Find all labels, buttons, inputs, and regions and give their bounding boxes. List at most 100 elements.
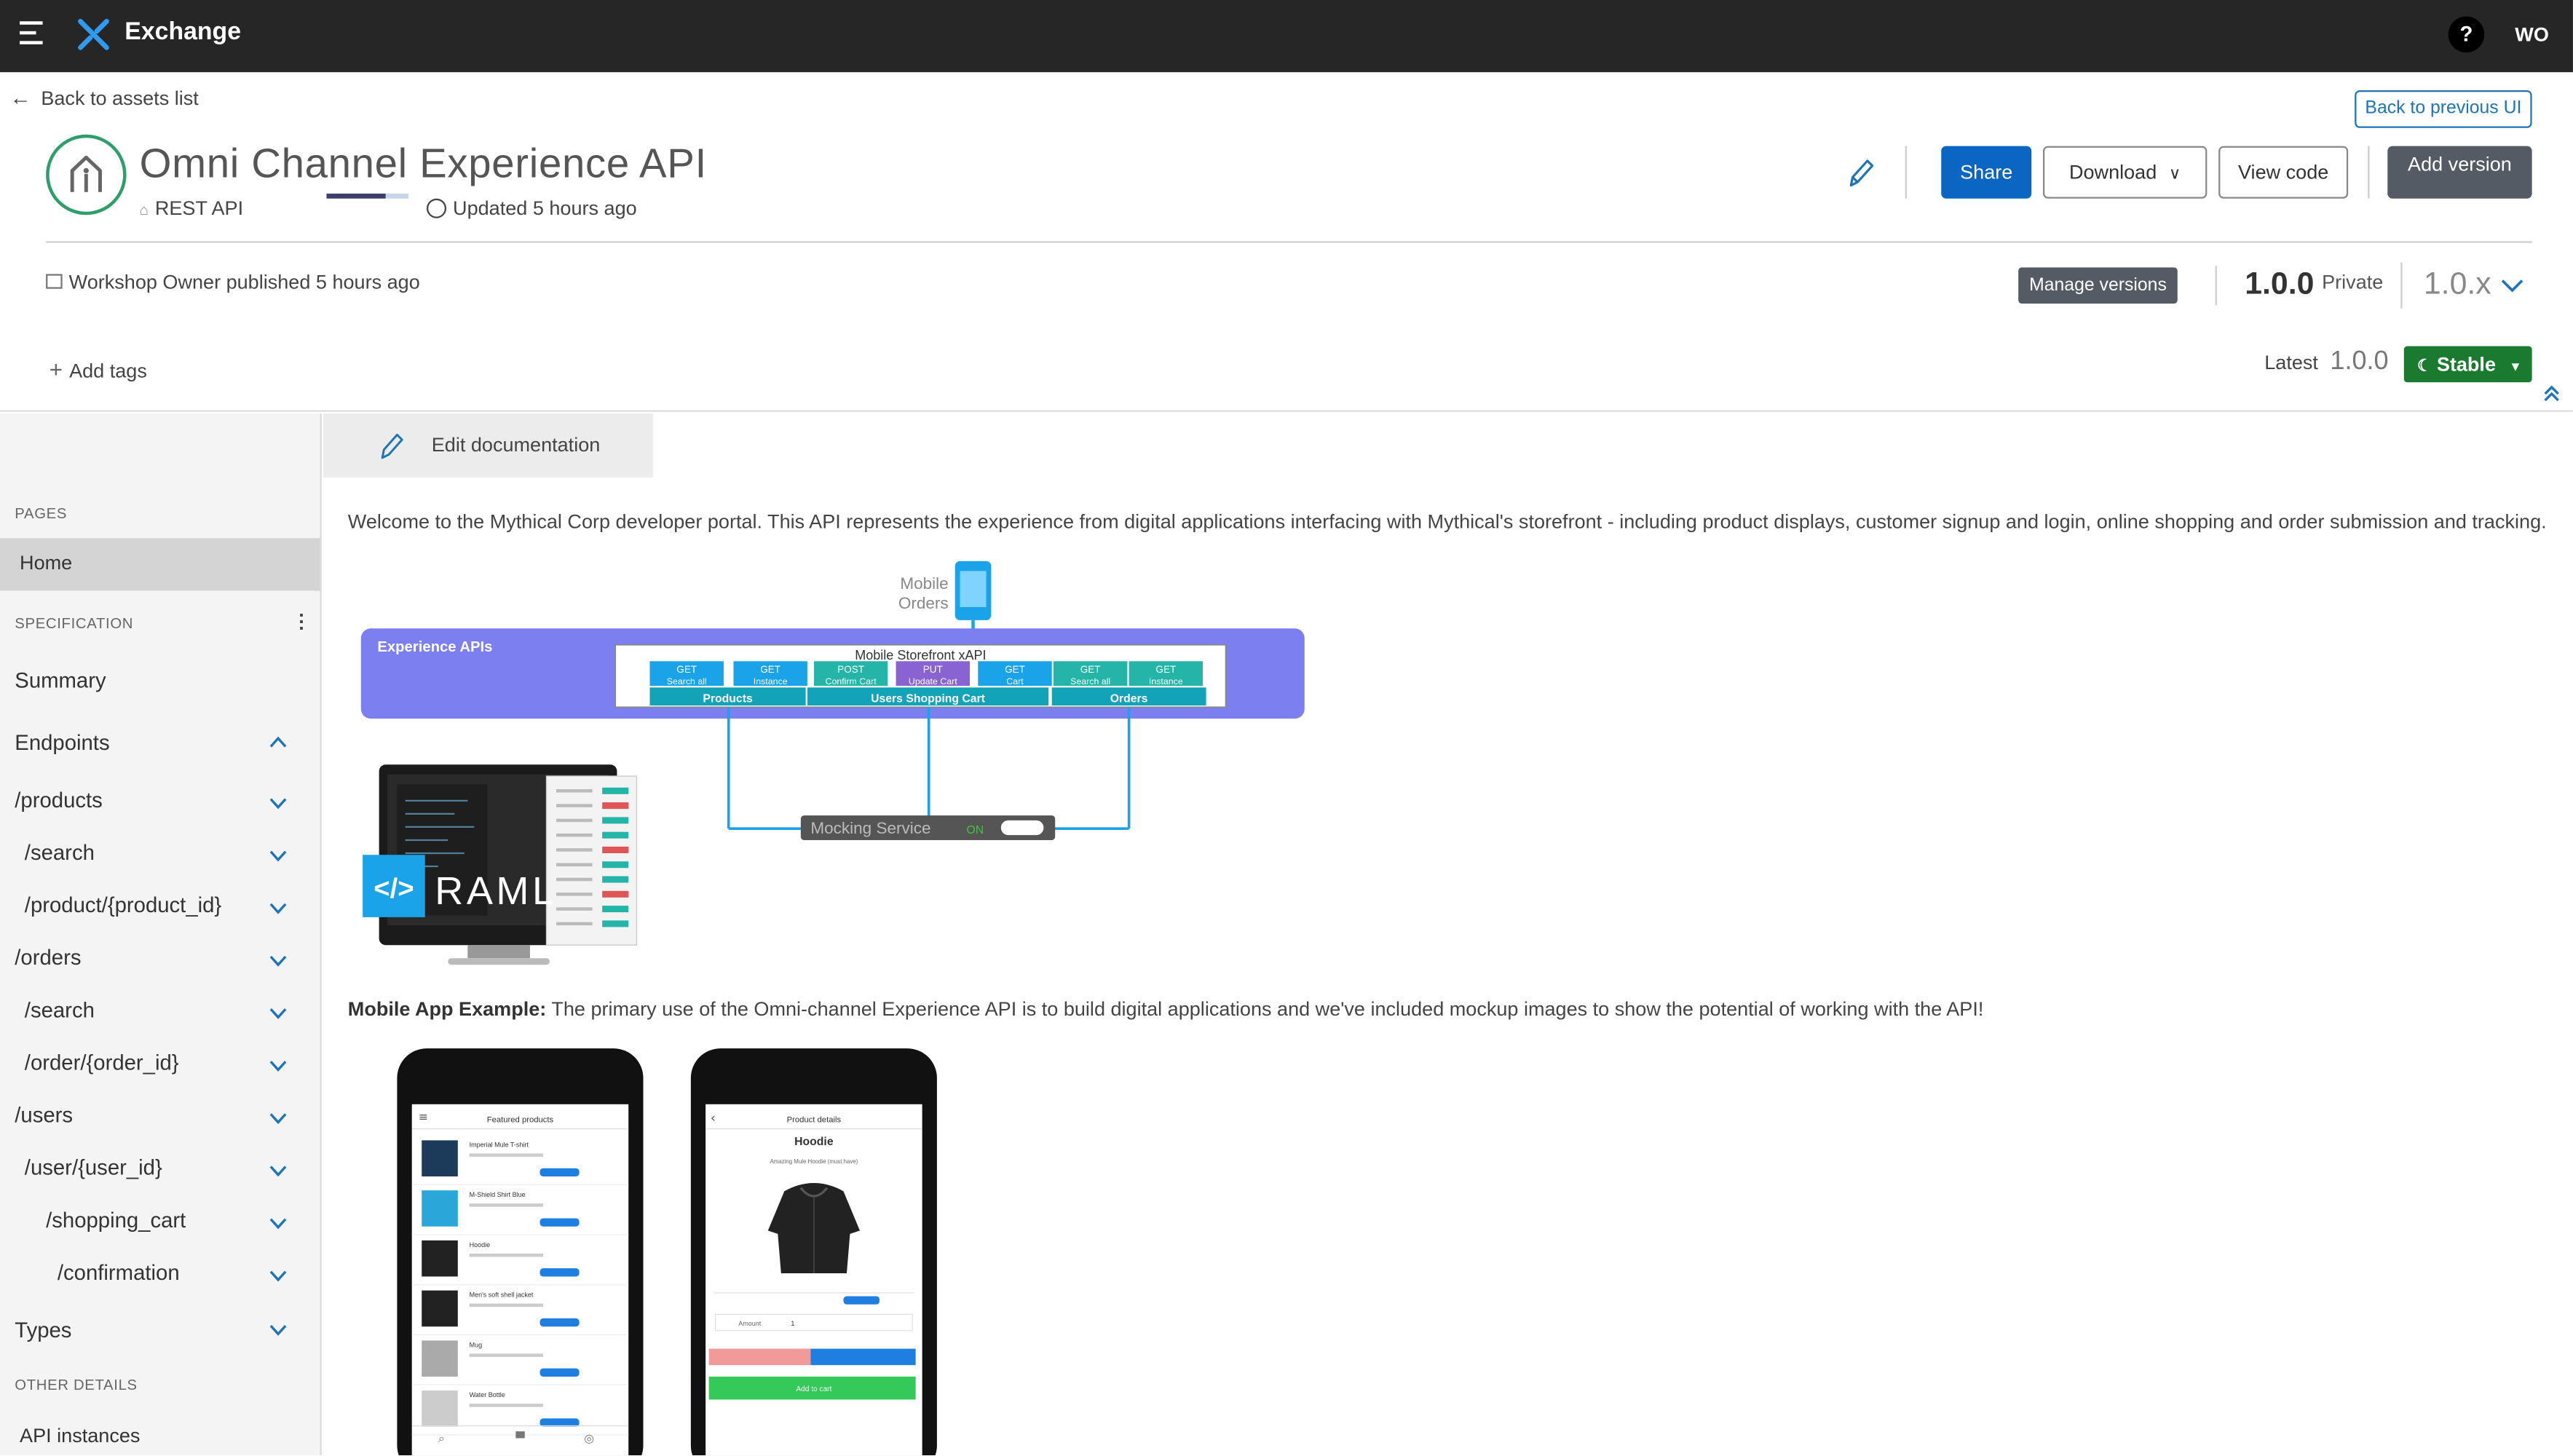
endpoint-orders[interactable]: /orders	[15, 945, 81, 970]
product-name: Hoodie	[470, 1241, 491, 1249]
chevron-down-icon[interactable]	[269, 899, 288, 917]
amount-value: 1	[791, 1320, 794, 1327]
sidebar-item-types[interactable]: Types	[15, 1318, 71, 1342]
endpoint-users[interactable]: /users	[15, 1103, 73, 1128]
other-details-header: OTHER DETAILS	[15, 1376, 138, 1393]
app-name[interactable]: Exchange	[125, 18, 241, 46]
latest-version: 1.0.0	[2330, 347, 2389, 376]
product-thumbnail	[422, 1240, 458, 1277]
mobile-app-example-text: Mobile App Example: The primary use of t…	[348, 997, 1984, 1021]
endpoint-products-search[interactable]: /search	[25, 840, 95, 865]
chevron-down-icon[interactable]	[269, 1267, 288, 1285]
divider	[1905, 146, 1907, 199]
view-code-button[interactable]: View code	[2218, 146, 2349, 199]
endpoint-products[interactable]: /products	[15, 788, 103, 812]
share-button[interactable]: Share	[1941, 146, 2032, 199]
chevron-down-icon[interactable]	[2499, 272, 2526, 298]
product-subtitle: Amazing Mule Hoodie (must have)	[770, 1158, 858, 1165]
back-label: Back to assets list	[41, 87, 199, 111]
sidebar-item-home-label[interactable]: Home	[20, 551, 72, 574]
stability-dropdown[interactable]: ☾ Stable ▼	[2403, 346, 2532, 383]
group-label-0: Products	[703, 693, 753, 705]
op-name-5: Search all	[1070, 676, 1110, 687]
op-name-6: Instance	[1149, 676, 1183, 687]
mobile-label: Mobile	[900, 574, 948, 593]
collapse-icon[interactable]	[2542, 384, 2561, 403]
sidebar-item-endpoints[interactable]: Endpoints	[15, 730, 109, 755]
op-verb-1: GET	[760, 664, 780, 675]
specification-header: SPECIFICATION	[15, 615, 134, 632]
calendar-icon	[46, 274, 63, 289]
orders-label: Orders	[898, 594, 949, 612]
chevron-up-icon[interactable]	[269, 733, 288, 751]
group-label-1: Users Shopping Cart	[871, 693, 986, 705]
edit-pencil-icon[interactable]	[1844, 156, 1877, 192]
download-button[interactable]: Download ∨	[2042, 146, 2208, 199]
asset-icon	[46, 134, 127, 215]
chevron-down-icon[interactable]	[269, 1214, 288, 1233]
divider	[2215, 266, 2217, 306]
add-version-button[interactable]: Add version	[2387, 146, 2532, 199]
stock-badge	[540, 1218, 580, 1227]
user-avatar[interactable]: WO	[2510, 17, 2553, 53]
back-to-previous-ui-button[interactable]: Back to previous UI	[2355, 90, 2532, 128]
exchange-logo-icon[interactable]	[76, 17, 112, 53]
product-details-header: Product details	[787, 1116, 842, 1125]
stable-status-icon: ☾	[2416, 357, 2432, 376]
endpoint-user-id[interactable]: /user/{user_id}	[25, 1155, 162, 1180]
divider	[2400, 262, 2403, 309]
product-thumbnail	[422, 1340, 458, 1377]
divider	[2368, 146, 2370, 199]
endpoint-orders-search[interactable]: /search	[25, 997, 95, 1022]
sidebar-item-summary[interactable]: Summary	[15, 668, 106, 692]
asset-type: ⌂ REST API	[140, 197, 244, 220]
chevron-down-icon[interactable]	[269, 1109, 288, 1128]
add-tags-label: Add tags	[69, 359, 147, 383]
back-to-assets-link[interactable]: ← Back to assets list	[10, 85, 199, 110]
account-tab-icon: ◎	[584, 1431, 594, 1445]
endpoint-shopping-cart[interactable]: /shopping_cart	[46, 1208, 186, 1233]
version-selector[interactable]: 1.0.x	[2424, 267, 2491, 304]
add-tags-button[interactable]: + Add tags	[50, 356, 147, 382]
chevron-down-icon[interactable]	[269, 1162, 288, 1180]
chevron-down-icon[interactable]	[269, 1004, 288, 1022]
op-verb-2: POST	[837, 664, 864, 675]
chevron-down-icon[interactable]	[269, 794, 288, 812]
menu-icon[interactable]	[20, 21, 46, 44]
experience-apis-title: Experience APIs	[377, 639, 492, 655]
api-type-icon: ⌂	[139, 202, 149, 218]
stock-badge	[540, 1318, 580, 1327]
sidebar-item-api-instances[interactable]: API instances	[20, 1424, 140, 1447]
featured-products-header: Featured products	[487, 1116, 554, 1125]
updated-status: Updated 5 hours ago	[426, 197, 637, 220]
endpoint-order-id[interactable]: /order/{order_id}	[25, 1050, 179, 1075]
phone-mockup-product-details: ‹ Product details Hoodie Amazing Mule Ho…	[690, 1048, 937, 1456]
stock-badge	[540, 1268, 580, 1277]
chevron-down-icon[interactable]	[269, 1056, 288, 1075]
op-name-2: Confirm Cart	[826, 676, 877, 687]
download-label: Download	[2068, 160, 2157, 184]
endpoint-product-id[interactable]: /product/{product_id}	[25, 893, 221, 917]
arrow-left-icon: ←	[9, 85, 31, 111]
chevron-down-icon[interactable]	[269, 847, 288, 865]
help-button[interactable]: ?	[2448, 16, 2485, 53]
product-name: Mug	[470, 1341, 483, 1348]
latest-label: Latest	[2264, 351, 2318, 374]
chevron-down-icon: ∨	[2168, 165, 2181, 184]
more-options-icon[interactable]: · · ·	[299, 606, 305, 638]
hamburger-menu-icon: ≡	[419, 1109, 428, 1123]
chevron-down-icon[interactable]	[269, 1321, 288, 1339]
op-name-4: Cart	[1006, 676, 1024, 687]
top-bar: Exchange ? WO	[0, 0, 2573, 73]
back-chevron-icon: ‹	[711, 1111, 716, 1126]
stock-badge	[540, 1368, 580, 1377]
version-number: 1.0.0	[2245, 267, 2315, 302]
edit-documentation-label: Edit documentation	[431, 433, 601, 456]
caret-down-icon: ▼	[2509, 359, 2522, 374]
header-divider	[46, 241, 2532, 243]
edit-documentation-button[interactable]: Edit documentation	[323, 413, 654, 478]
manage-versions-button[interactable]: Manage versions	[2018, 267, 2178, 304]
pencil-icon	[381, 433, 403, 459]
chevron-down-icon[interactable]	[269, 951, 288, 970]
endpoint-confirmation[interactable]: /confirmation	[58, 1260, 180, 1285]
